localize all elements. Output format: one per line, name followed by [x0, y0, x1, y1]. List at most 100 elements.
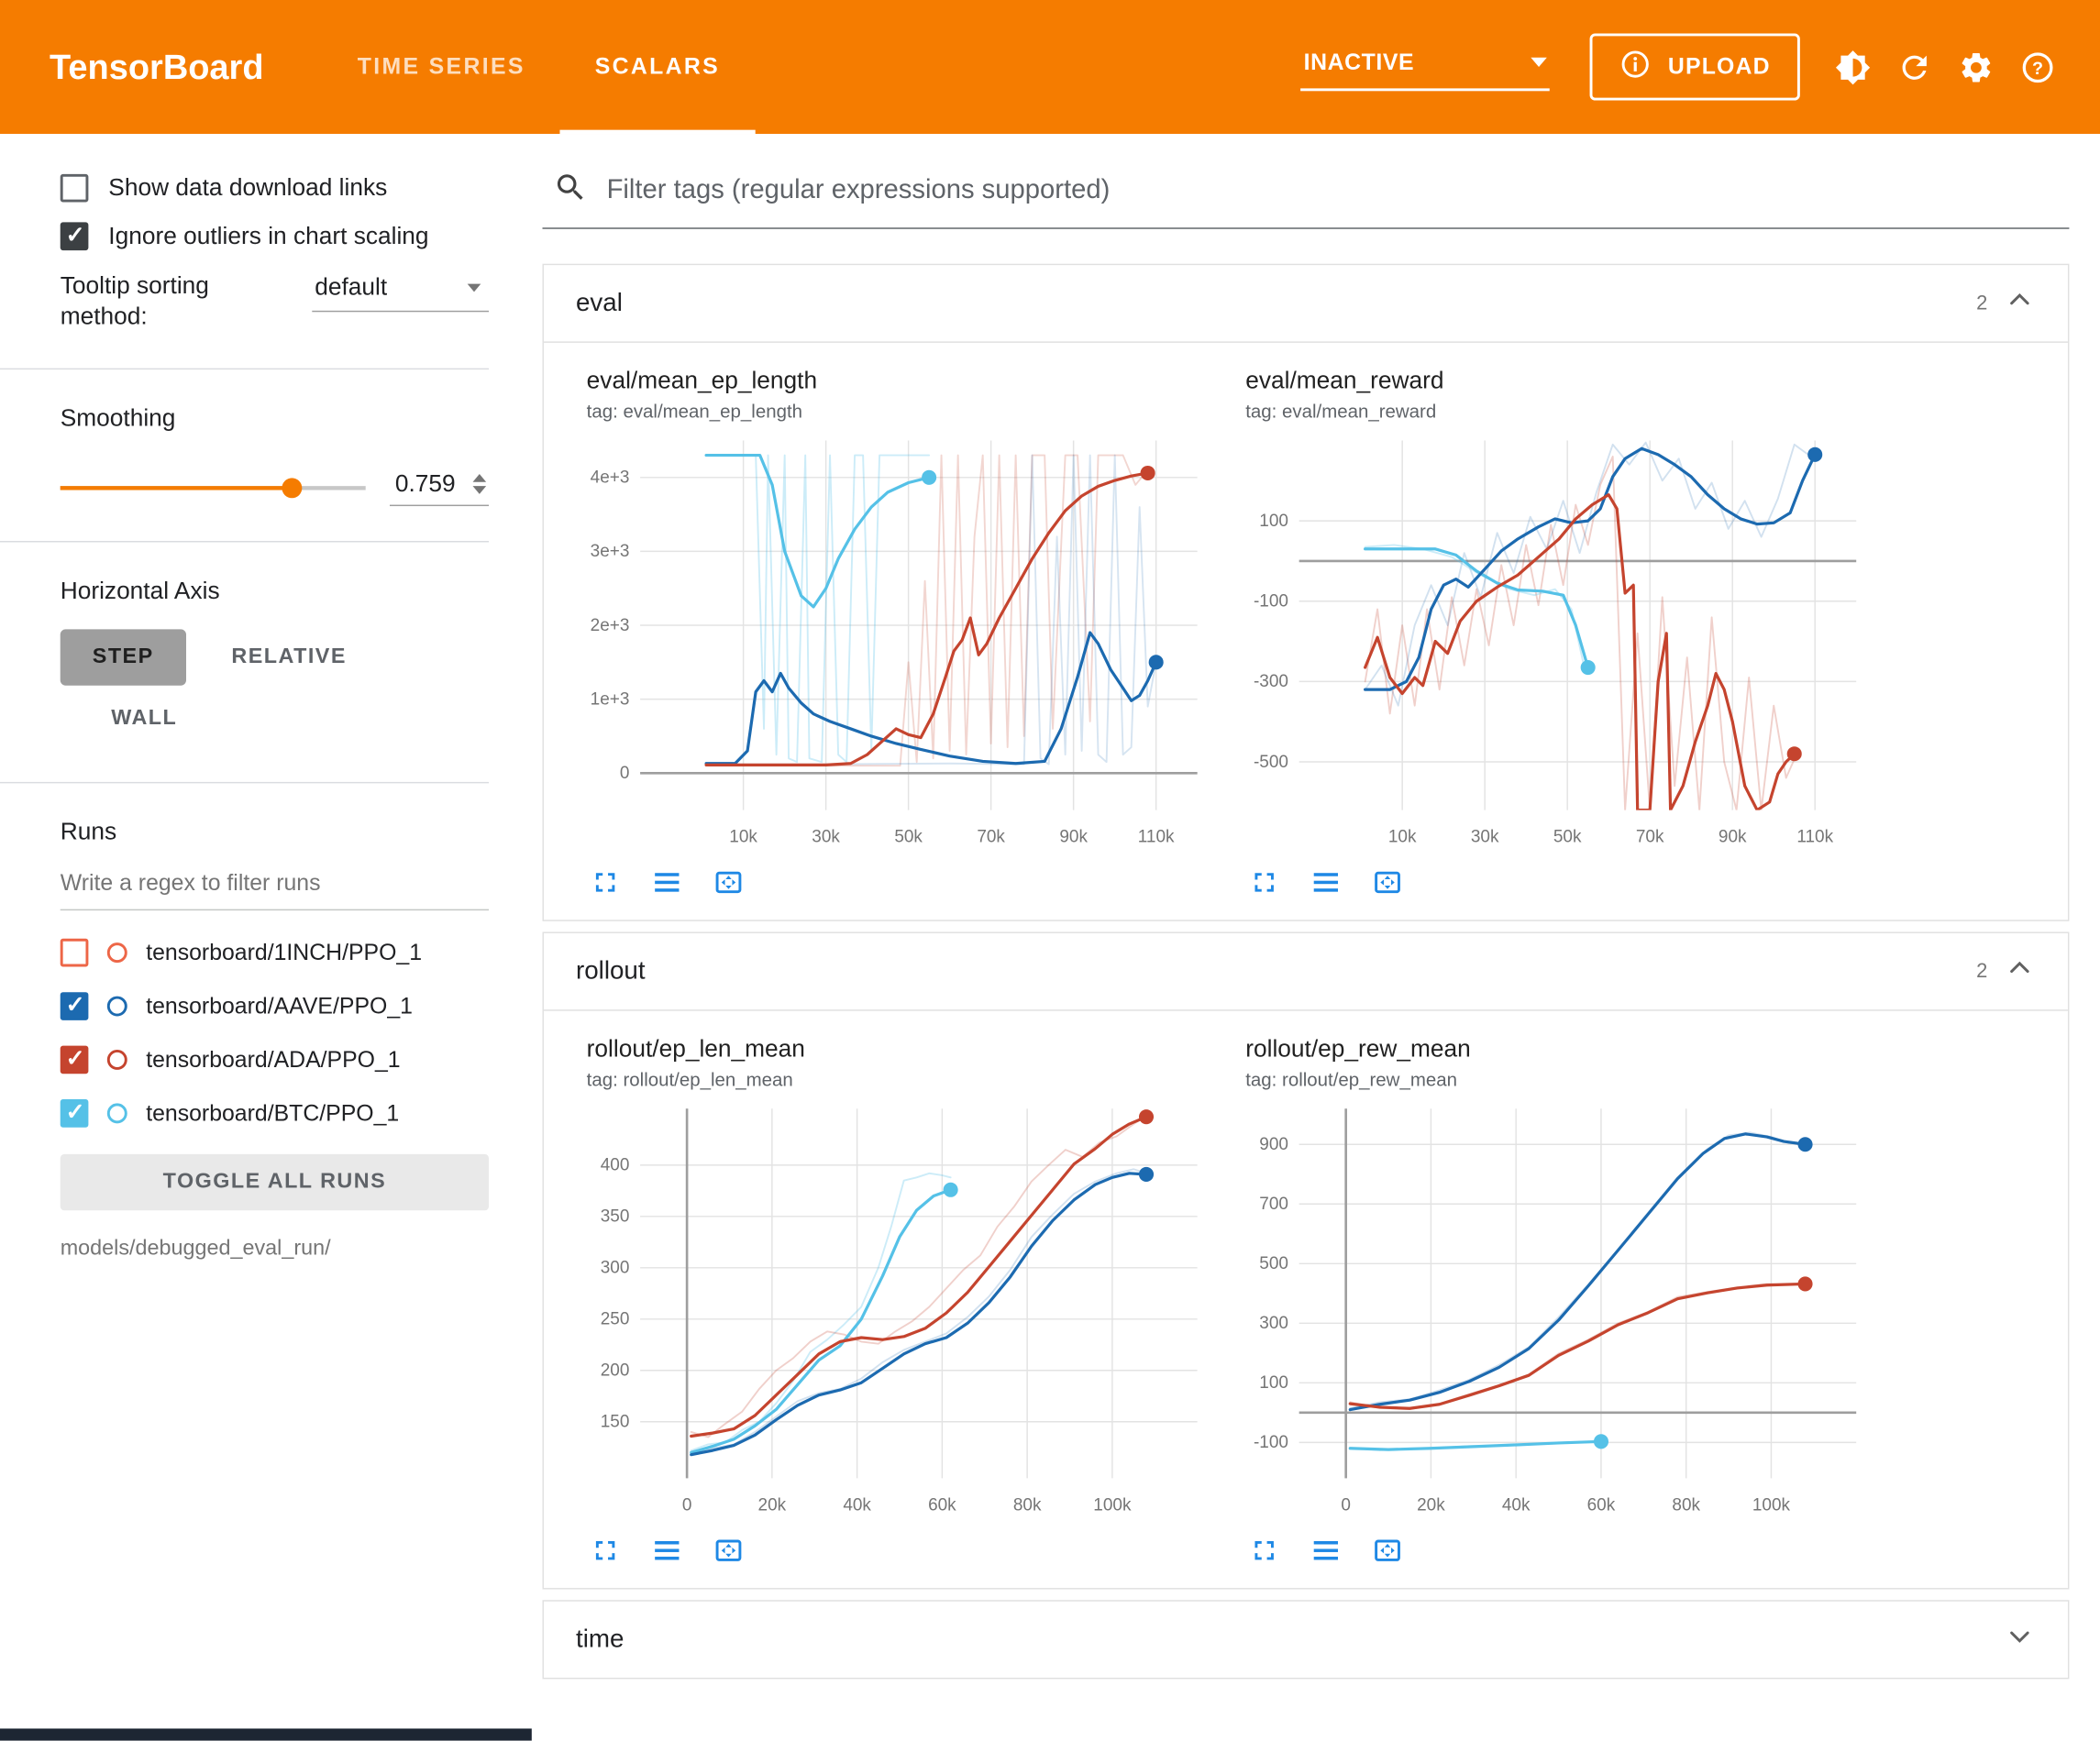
- toggle-all-runs-button[interactable]: TOGGLE ALL RUNS: [61, 1154, 489, 1210]
- run-row-aave[interactable]: tensorboard/AAVE/PPO_1: [61, 980, 489, 1033]
- fit-domain-icon[interactable]: [1372, 1535, 1404, 1567]
- menu-lines-icon[interactable]: [1310, 866, 1342, 898]
- fit-domain-icon[interactable]: [713, 866, 745, 898]
- line-chart[interactable]: 100-100-300-50010k30k50k70k90k110k: [1232, 430, 1862, 861]
- svg-text:40k: 40k: [843, 1495, 871, 1515]
- chevron-down-icon[interactable]: [2004, 1620, 2036, 1658]
- svg-text:200: 200: [601, 1361, 630, 1381]
- menu-lines-icon[interactable]: [651, 866, 683, 898]
- chart-rollout-ep-rew-mean: rollout/ep_rew_mean tag: rollout/ep_rew_…: [1232, 1035, 1873, 1572]
- run-label: tensorboard/AAVE/PPO_1: [146, 993, 413, 1019]
- upload-button[interactable]: UPLOAD: [1590, 34, 1800, 101]
- run-checkbox[interactable]: [61, 939, 89, 967]
- svg-text:100: 100: [1259, 1373, 1288, 1393]
- svg-text:10k: 10k: [1388, 828, 1417, 847]
- tooltip-sorting-label: Tooltip sorting method:: [61, 270, 291, 333]
- ignore-outliers-label: Ignore outliers in chart scaling: [108, 222, 428, 250]
- axis-step-button[interactable]: STEP: [61, 629, 186, 685]
- spinner-down-icon[interactable]: [473, 486, 487, 494]
- axis-relative-button[interactable]: RELATIVE: [227, 629, 352, 685]
- tag-filter-row: [542, 134, 2069, 229]
- tab-scalars[interactable]: SCALARS: [560, 0, 755, 134]
- axis-wall-button[interactable]: WALL: [105, 690, 182, 746]
- chart-toolbar: [1248, 866, 1873, 898]
- chevron-down-icon: [468, 283, 481, 292]
- svg-text:300: 300: [601, 1259, 630, 1278]
- svg-text:30k: 30k: [1471, 828, 1499, 847]
- svg-text:100k: 100k: [1752, 1495, 1791, 1515]
- help-icon[interactable]: ?: [2006, 36, 2068, 97]
- section-time-header[interactable]: time: [544, 1602, 2068, 1678]
- slider-thumb[interactable]: [282, 479, 302, 499]
- run-checkbox[interactable]: [61, 1099, 89, 1128]
- show-download-links-row[interactable]: Show data download links: [61, 174, 489, 203]
- menu-lines-icon[interactable]: [1310, 1535, 1342, 1567]
- bottom-scrollbar[interactable]: [0, 1728, 532, 1740]
- svg-text:20k: 20k: [1417, 1495, 1445, 1515]
- spinner-up-icon[interactable]: [473, 474, 487, 482]
- svg-text:1e+3: 1e+3: [591, 689, 630, 709]
- svg-text:-100: -100: [1254, 1433, 1288, 1452]
- run-checkbox[interactable]: [61, 993, 89, 1021]
- scalars-dashboard: eval 2 eval/mean_ep_length tag: eval/mea…: [542, 134, 2100, 1741]
- fullscreen-icon[interactable]: [1248, 1535, 1280, 1567]
- svg-text:100: 100: [1259, 512, 1288, 531]
- fit-domain-icon[interactable]: [713, 1535, 745, 1567]
- svg-text:50k: 50k: [1553, 828, 1582, 847]
- run-color-ring: [107, 997, 127, 1017]
- chevron-up-icon[interactable]: [2004, 952, 2036, 990]
- run-row-btc[interactable]: tensorboard/BTC/PPO_1: [61, 1087, 489, 1140]
- svg-text:0: 0: [682, 1495, 692, 1515]
- show-download-links-checkbox[interactable]: [61, 174, 89, 203]
- chart-toolbar: [1248, 1535, 1873, 1567]
- chevron-up-icon[interactable]: [2004, 284, 2036, 323]
- fit-domain-icon[interactable]: [1372, 866, 1404, 898]
- section-title: rollout: [576, 956, 646, 986]
- settings-sidebar: Show data download links Ignore outliers…: [0, 134, 542, 1741]
- tab-bar: TIME SERIES SCALARS: [323, 0, 755, 134]
- chevron-down-icon: [1531, 58, 1548, 67]
- svg-text:350: 350: [601, 1207, 630, 1227]
- svg-text:90k: 90k: [1719, 828, 1747, 847]
- refresh-icon[interactable]: [1883, 36, 1944, 97]
- ignore-outliers-checkbox[interactable]: [61, 222, 89, 250]
- svg-text:50k: 50k: [894, 828, 923, 847]
- smoothing-value-input[interactable]: 0.759: [390, 469, 489, 505]
- chart-title: eval/mean_ep_length: [587, 367, 1213, 395]
- svg-text:700: 700: [1259, 1195, 1288, 1214]
- run-row-1inch[interactable]: tensorboard/1INCH/PPO_1: [61, 926, 489, 979]
- fullscreen-icon[interactable]: [590, 1535, 622, 1567]
- tab-time-series[interactable]: TIME SERIES: [323, 0, 560, 134]
- section-count: 2: [1976, 960, 1987, 983]
- tag-filter-input[interactable]: [607, 175, 2070, 206]
- status-dropdown[interactable]: INACTIVE: [1301, 43, 1551, 90]
- run-checkbox[interactable]: [61, 1046, 89, 1074]
- svg-text:0: 0: [620, 764, 630, 783]
- svg-text:?: ?: [2031, 58, 2042, 78]
- fullscreen-icon[interactable]: [590, 866, 622, 898]
- section-rollout-header[interactable]: rollout 2: [544, 933, 2068, 1009]
- line-chart[interactable]: 150200250300350400020k40k60k80k100k: [573, 1098, 1202, 1529]
- divider: [0, 782, 489, 783]
- smoothing-slider[interactable]: [61, 477, 366, 498]
- svg-text:3e+3: 3e+3: [591, 542, 630, 561]
- run-row-ada[interactable]: tensorboard/ADA/PPO_1: [61, 1033, 489, 1086]
- tooltip-sorting-select[interactable]: default: [312, 270, 489, 312]
- menu-lines-icon[interactable]: [651, 1535, 683, 1567]
- upload-label: UPLOAD: [1668, 53, 1771, 80]
- section-eval-header[interactable]: eval 2: [544, 265, 2068, 341]
- section-title: eval: [576, 289, 623, 318]
- settings-icon[interactable]: [1945, 36, 2006, 97]
- svg-text:40k: 40k: [1502, 1495, 1531, 1515]
- chart-toolbar: [590, 1535, 1214, 1567]
- runs-filter-input[interactable]: [61, 859, 489, 909]
- app-header: TensorBoard TIME SERIES SCALARS INACTIVE…: [0, 0, 2100, 134]
- line-chart[interactable]: 01e+32e+33e+34e+310k30k50k70k90k110k: [573, 430, 1202, 861]
- smoothing-stepper[interactable]: [473, 474, 487, 494]
- fullscreen-icon[interactable]: [1248, 866, 1280, 898]
- svg-text:900: 900: [1259, 1135, 1288, 1154]
- line-chart[interactable]: -100100300500700900020k40k60k80k100k: [1232, 1098, 1862, 1529]
- brightness-icon[interactable]: [1821, 36, 1883, 97]
- chart-eval-mean-ep-length: eval/mean_ep_length tag: eval/mean_ep_le…: [573, 367, 1213, 904]
- ignore-outliers-row[interactable]: Ignore outliers in chart scaling: [61, 222, 489, 250]
